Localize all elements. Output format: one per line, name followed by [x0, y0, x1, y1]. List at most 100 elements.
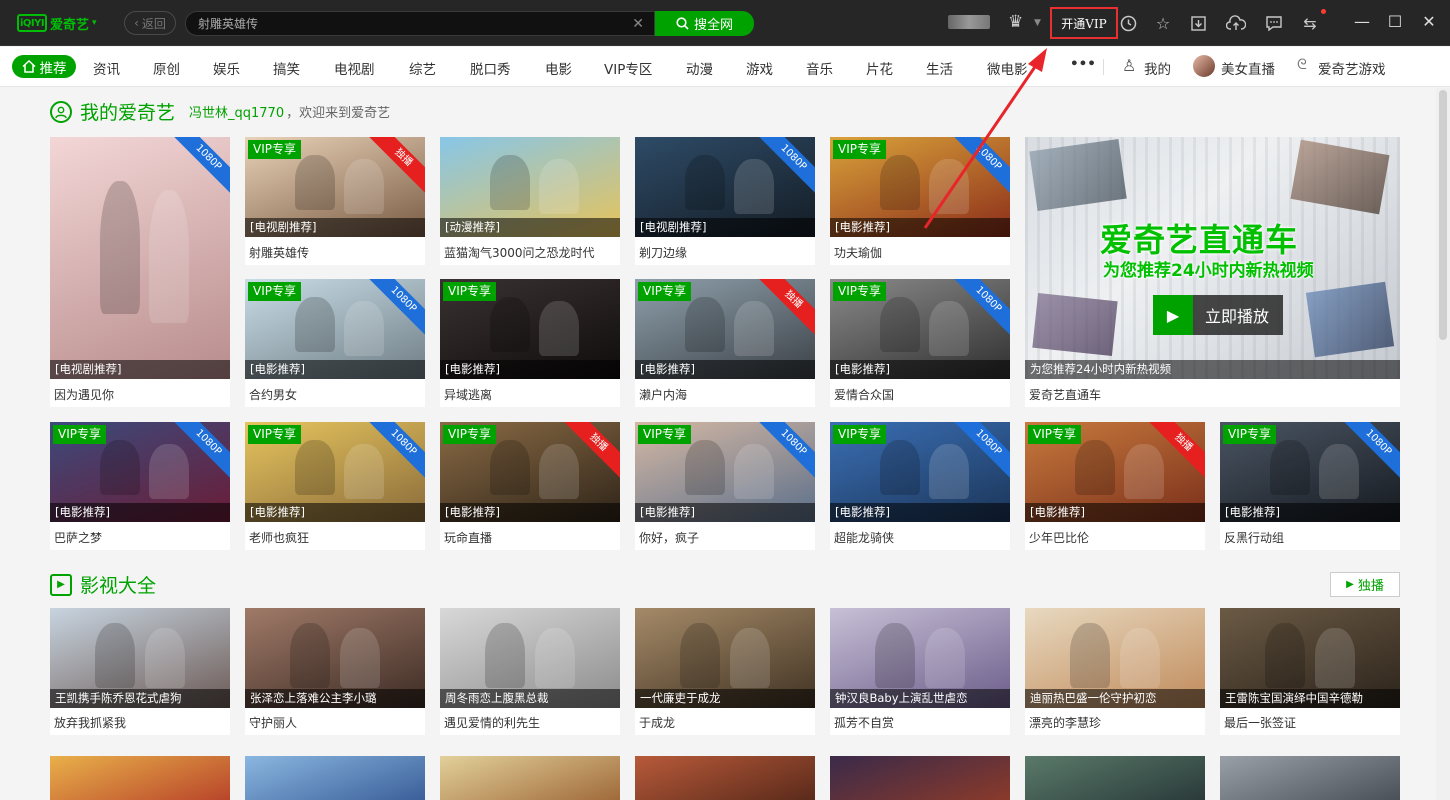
video-card[interactable]: 王凯携手陈乔恩花式虐狗 放弃我抓紧我 [50, 608, 230, 735]
video-card[interactable]: VIP专享 1080P [电影推荐] 老师也疯狂 [245, 422, 425, 550]
crown-dropdown-icon[interactable]: ▼ [1034, 18, 1041, 28]
video-card[interactable]: VIP专享 1080P [电影推荐] 超能龙骑侠 [830, 422, 1010, 550]
video-card[interactable]: VIP专享 1080P [电影推荐] 爱情合众国 [830, 279, 1010, 407]
back-button[interactable]: ‹ 返回 [124, 11, 176, 35]
video-thumbnail: 周冬雨恋上腹黑总裁 [440, 608, 620, 708]
nav-item-beauty-live[interactable]: 美女直播 [1221, 58, 1275, 78]
nav-item-vip-zone[interactable]: VIP专区 [604, 58, 652, 78]
nav-item-iqiyi-games[interactable]: 爱奇艺游戏 [1318, 58, 1386, 78]
video-card[interactable]: VIP专享 [电影推荐] 异域逃离 [440, 279, 620, 407]
video-card[interactable] [635, 756, 815, 800]
video-tag: [电影推荐] [440, 503, 620, 522]
nav-item-variety[interactable]: 综艺 [409, 58, 436, 78]
search-input[interactable]: 射雕英雄传 ✕ [185, 11, 655, 36]
nav-item-funny[interactable]: 搞笑 [273, 58, 300, 78]
message-icon[interactable] [1264, 13, 1284, 33]
video-card[interactable]: 钟汉良Baby上演乱世虐恋 孤芳不自赏 [830, 608, 1010, 735]
video-tag: [电视剧推荐] [50, 360, 230, 379]
nav-item-talk-show[interactable]: 脱口秀 [470, 58, 511, 78]
user-icon[interactable]: ♙ [1122, 56, 1136, 75]
more-icon[interactable]: ••• [1070, 56, 1096, 72]
promo-name: 爱奇艺直通车 [1029, 388, 1102, 402]
video-title: 功夫瑜伽 [834, 246, 883, 260]
scrollbar[interactable] [1436, 88, 1450, 800]
close-icon[interactable]: ✕ [1418, 12, 1440, 31]
crown-icon[interactable]: ♛ [1008, 12, 1023, 32]
favorite-star-icon[interactable]: ☆ [1153, 13, 1173, 33]
nav-item-tv-series[interactable]: 电视剧 [334, 58, 375, 78]
game-controller-icon[interactable]: ᘓ [1297, 57, 1307, 73]
video-card[interactable]: 周冬雨恋上腹黑总裁 遇见爱情的利先生 [440, 608, 620, 735]
video-card[interactable]: 张泽恋上落难公主李小璐 守护丽人 [245, 608, 425, 735]
video-card[interactable]: 1080P [电视剧推荐] 因为遇见你 [50, 137, 230, 407]
cloud-upload-icon[interactable] [1226, 13, 1246, 33]
video-thumbnail [635, 756, 815, 800]
app-logo[interactable]: iQIYI 爱奇艺 ▾ [17, 11, 109, 35]
video-card[interactable]: VIP专享 1080P [电影推荐] 反黑行动组 [1220, 422, 1400, 550]
video-card[interactable] [440, 756, 620, 800]
nav-item-music[interactable]: 音乐 [806, 58, 833, 78]
vip-badge: VIP专享 [1223, 425, 1276, 444]
nav-item-movies[interactable]: 电影 [545, 58, 572, 78]
video-tag: [电影推荐] [1025, 503, 1205, 522]
nav-item-trailers[interactable]: 片花 [866, 58, 893, 78]
nav-item-recommend[interactable]: 推荐 [12, 55, 76, 78]
promo-card[interactable]: 爱奇艺直通车 为您推荐24小时内新热视频 ▶ 立即播放 为您推荐24小时内新热视… [1025, 137, 1400, 407]
video-card[interactable]: 迪丽热巴盛一伦守护初恋 漂亮的李慧珍 [1025, 608, 1205, 735]
play-now-label: 立即播放 [1205, 307, 1270, 326]
video-card[interactable] [1025, 756, 1205, 800]
video-card[interactable]: [动漫推荐] 蓝猫淘气3000问之恐龙时代 [440, 137, 620, 265]
video-card[interactable] [50, 756, 230, 800]
scroll-thumb[interactable] [1439, 90, 1447, 340]
play-now-button[interactable]: ▶ 立即播放 [1153, 295, 1283, 335]
history-icon[interactable] [1118, 13, 1138, 33]
nav-item-anime[interactable]: 动漫 [686, 58, 713, 78]
nav-item-news[interactable]: 资讯 [93, 58, 120, 78]
video-card[interactable] [830, 756, 1010, 800]
nav-label: 推荐 [39, 60, 67, 77]
nav-item-original[interactable]: 原创 [153, 58, 180, 78]
vip-badge: VIP专享 [638, 282, 691, 301]
minimize-icon[interactable]: — [1351, 12, 1373, 31]
clear-icon[interactable]: ✕ [632, 16, 644, 32]
promo-title: 爱奇艺直通车 [1100, 221, 1299, 259]
video-card[interactable]: 一代廉吏于成龙 于成龙 [635, 608, 815, 735]
play-icon: ▶ [1153, 295, 1193, 335]
username-link[interactable]: 冯世林_qq1770 [189, 102, 284, 121]
search-button[interactable]: 搜全网 [655, 11, 754, 36]
video-card[interactable]: VIP专享 独播 [电影推荐] 玩命直播 [440, 422, 620, 550]
video-card[interactable]: VIP专享 独播 [电影推荐] 少年巴比伦 [1025, 422, 1205, 550]
video-card[interactable]: 1080P [电视剧推荐] 剃刀边缘 [635, 137, 815, 265]
video-tag: [动漫推荐] [440, 218, 620, 237]
video-card[interactable]: VIP专享 1080P [电影推荐] 合约男女 [245, 279, 425, 407]
promo-caption: 为您推荐24小时内新热视频 [1025, 360, 1400, 379]
video-tag: [电影推荐] [245, 360, 425, 379]
download-icon[interactable] [1188, 13, 1208, 33]
video-title: 遇见爱情的利先生 [444, 716, 541, 730]
video-card[interactable]: VIP专享 1080P [电影推荐] 你好，疯子 [635, 422, 815, 550]
nav-item-mine[interactable]: 我的 [1144, 58, 1171, 78]
video-card[interactable]: 王雷陈宝国演绎中国辛德勒 最后一张签证 [1220, 608, 1400, 735]
nav-item-games[interactable]: 游戏 [746, 58, 773, 78]
exclusive-button[interactable]: ▶ 独播 [1330, 572, 1400, 597]
vip-badge: VIP专享 [248, 425, 301, 444]
maximize-icon[interactable]: ☐ [1384, 12, 1406, 31]
switch-icon[interactable]: ⇆ [1300, 13, 1320, 33]
video-card[interactable]: VIP专享 独播 [电影推荐] 濑户内海 [635, 279, 815, 407]
video-card[interactable]: VIP专享 独播 [电视剧推荐] 射雕英雄传 [245, 137, 425, 265]
user-avatar[interactable] [948, 15, 990, 29]
nav-item-entertainment[interactable]: 娱乐 [213, 58, 240, 78]
video-thumbnail: VIP专享 独播 [电影推荐] [440, 422, 620, 522]
vip-badge: VIP专享 [833, 140, 886, 159]
video-title: 蓝猫淘气3000问之恐龙时代 [444, 246, 595, 260]
main-content: 我的爱奇艺 冯世林_qq1770 ，欢迎来到爱奇艺 1080P [电视剧推荐] … [0, 88, 1436, 800]
video-card[interactable]: VIP专享 1080P [电影推荐] 巴萨之梦 [50, 422, 230, 550]
vip-badge: VIP专享 [248, 282, 301, 301]
vip-badge: VIP专享 [443, 425, 496, 444]
video-title: 爱情合众国 [834, 388, 895, 402]
video-card[interactable] [245, 756, 425, 800]
back-arrow-icon: ‹ [134, 16, 139, 30]
video-card[interactable] [1220, 756, 1400, 800]
live-avatar-icon[interactable] [1193, 55, 1215, 77]
open-vip-button[interactable]: 开通VIP [1050, 7, 1118, 39]
